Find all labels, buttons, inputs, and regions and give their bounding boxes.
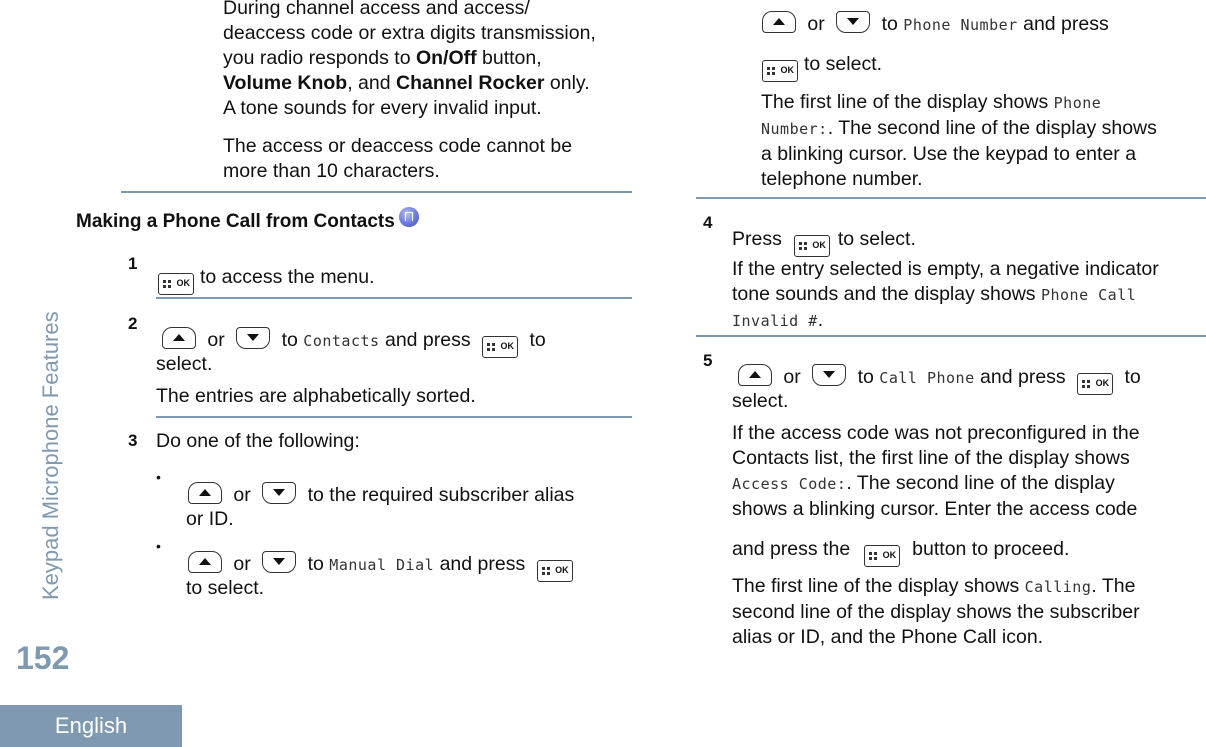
info-line: If the access code was not preconfigured… [732, 422, 1140, 444]
menu-ok-key-icon: OK [1077, 373, 1114, 395]
display-text: Phone [1053, 94, 1102, 112]
note-line: A tone sounds for every invalid input. [223, 97, 542, 119]
info-line: telephone number. [761, 168, 923, 190]
note-line: The access or deaccess code cannot be [223, 135, 573, 157]
display-text: Contacts [303, 332, 380, 350]
note-paragraph-2: The access or deaccess code cannot be mo… [223, 134, 633, 184]
section-heading: Making a Phone Call from Contacts [76, 207, 419, 233]
option-1: or to the required subscriber alias [186, 482, 626, 508]
continued-option: or to Phone Number and press [760, 11, 1200, 38]
step-number: 5 [703, 351, 713, 370]
step-number: 3 [128, 431, 138, 450]
step-5-text: or to Call Phone and press OK to [732, 364, 1202, 395]
section-title: Keypad Microphone Features [38, 311, 63, 600]
menu-ok-key-icon: OK [864, 545, 901, 567]
note-line: more than 10 characters. [223, 160, 440, 182]
step-3-text: Do one of the following: [156, 430, 360, 452]
info-line: Access Code:. The second line of the dis… [732, 472, 1115, 494]
down-arrow-key-icon [262, 482, 297, 504]
language-tab: English [0, 705, 182, 747]
divider [696, 197, 1206, 199]
step-5-result: The first line of the display shows Call… [732, 574, 1202, 650]
display-text: Calling [1024, 578, 1092, 596]
up-arrow-key-icon [162, 327, 196, 349]
down-arrow-key-icon [836, 11, 871, 33]
menu-ok-key-icon: OK [536, 560, 573, 582]
continued-select: OK to select. [760, 52, 882, 82]
down-arrow-key-icon [236, 327, 271, 349]
up-arrow-key-icon [762, 11, 796, 33]
info-line: Invalid #. [732, 309, 824, 331]
down-arrow-key-icon [812, 364, 847, 386]
display-text: Access Code: [732, 475, 847, 493]
info-line: a blinking cursor. Use the keypad to ent… [761, 143, 1137, 165]
display-text: Phone Number [903, 16, 1018, 34]
feature-icon [398, 207, 419, 227]
info-line: second line of the display shows the sub… [732, 601, 1140, 623]
info-line: The first line of the display shows Phon… [761, 91, 1102, 113]
step-5-select: select. [732, 390, 789, 412]
step-5-proceed: and press the OK button to proceed. [732, 537, 1069, 567]
display-text: Phone Call [1040, 286, 1137, 304]
step-2-select: select. [156, 353, 213, 375]
info-line: alias or ID, and the Phone Call icon. [732, 626, 1044, 648]
step-1-text: OK to access the menu. [156, 265, 375, 295]
up-arrow-key-icon [188, 551, 222, 573]
note-line: During channel access and access/ [223, 0, 530, 19]
display-text: Manual Dial [329, 556, 435, 574]
note-line: deaccess code or extra digits transmissi… [223, 22, 596, 44]
menu-ok-key-icon: OK [158, 273, 194, 295]
step-number: 4 [703, 213, 713, 232]
display-text: Call Phone [879, 369, 975, 387]
up-arrow-key-icon [188, 482, 222, 504]
note-line: you radio responds to On/Off button, [223, 47, 542, 69]
display-text: Number: [761, 120, 828, 138]
step-2-text: or to Contacts and press OK to [156, 327, 626, 358]
info-line: If the entry selected is empty, a negati… [732, 258, 1159, 280]
menu-ok-key-icon: OK [793, 235, 830, 257]
divider [121, 191, 632, 193]
menu-ok-key-icon: OK [482, 336, 519, 358]
info-line: Contacts list, the first line of the dis… [732, 447, 1130, 469]
option-1-cont: or ID. [186, 508, 234, 530]
info-line: shows a blinking cursor. Enter the acces… [732, 498, 1138, 520]
note-paragraph: During channel access and access/ deacce… [223, 0, 633, 121]
step-2-info: The entries are alphabetically sorted. [156, 385, 476, 407]
divider [156, 416, 632, 418]
step-4-text: Press OK to select. If the entry selected … [732, 227, 1202, 334]
continued-info: The first line of the display shows Phon… [761, 90, 1201, 192]
divider [696, 335, 1206, 337]
note-line: Volume Knob, and Channel Rocker only. [223, 72, 590, 94]
bullet: • [156, 469, 161, 485]
bullet: • [156, 538, 161, 554]
info-line: Number:. The second line of the display … [761, 117, 1157, 139]
divider [156, 297, 632, 299]
page-number: 152 [16, 640, 70, 676]
step-number: 2 [128, 314, 138, 333]
option-2-cont: to select. [186, 577, 265, 599]
step-4-line: Press OK to select. [732, 227, 1202, 257]
step-5-info: If the access code was not preconfigured… [732, 421, 1202, 522]
info-line: tone sounds and the display shows Phone … [732, 283, 1137, 305]
info-line: The first line of the display shows Call… [732, 575, 1136, 597]
up-arrow-key-icon [738, 364, 772, 386]
menu-ok-key-icon: OK [762, 60, 798, 82]
display-text: Invalid # [732, 312, 818, 330]
step-number: 1 [128, 254, 138, 273]
down-arrow-key-icon [262, 551, 297, 573]
